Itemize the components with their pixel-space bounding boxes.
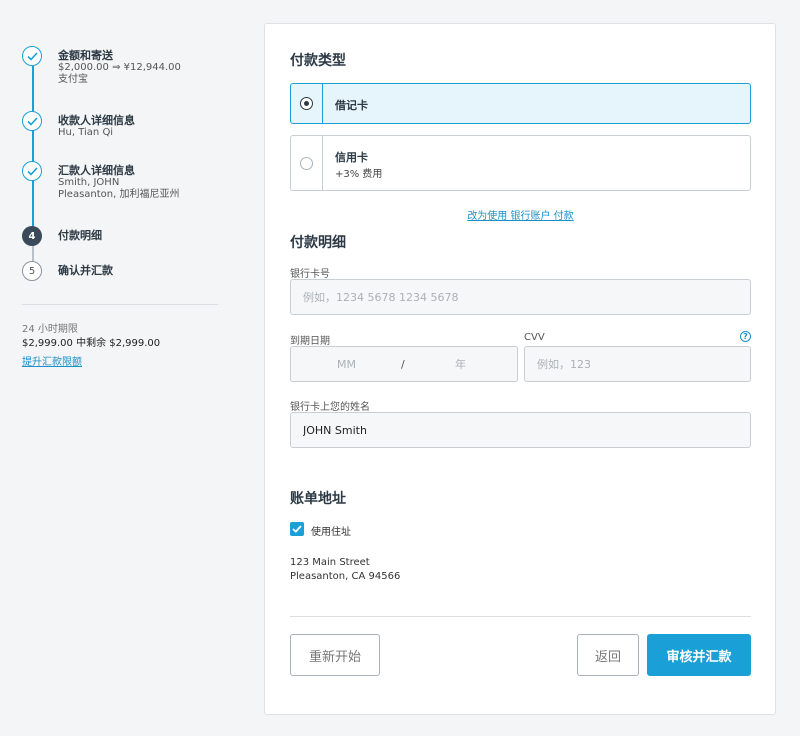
review-and-send-button[interactable]: 审核并汇款 [647,634,751,676]
raise-limit-link[interactable]: 提升汇款限额 [22,356,160,370]
cvv-label: CVV [524,332,545,343]
step-detail: Pleasanton, 加利福尼亚州 [58,189,180,200]
option-label: 信用卡 [335,151,368,164]
card-number-label: 银行卡号 [290,269,330,280]
card-number-input[interactable] [290,279,751,315]
use-bank-account-link[interactable]: 改为使用 银行账户 付款 [467,211,573,222]
check-icon [22,161,42,181]
step-title: 付款明细 [58,229,102,242]
help-icon[interactable]: ? [740,331,751,342]
use-residential-address-label[interactable]: 使用住址 [311,523,351,538]
payment-details-heading: 付款明细 [290,235,346,251]
expiry-separator: / [401,357,405,371]
step-detail: Hu, Tian Qi [58,127,114,138]
step-number-badge: 5 [22,261,42,281]
cardholder-name-input[interactable] [290,412,751,448]
payment-type-heading: 付款类型 [290,53,346,69]
limit-remaining: $2,999.00 中剩余 $2,999.00 [22,338,161,349]
check-icon [22,46,42,66]
expiry-date-input[interactable]: MM / 年 [290,346,518,382]
checkbox-checked-icon[interactable] [290,522,304,536]
expiry-year-placeholder[interactable]: 年 [455,356,466,372]
cardholder-name-label: 银行卡上您的姓名 [290,402,370,413]
radio-selected-icon[interactable] [300,97,313,110]
radio-cell [291,136,323,190]
step-title: 收款人详细信息 [58,114,135,127]
step-detail: Smith, JOHN [58,177,120,188]
billing-address-heading: 账单地址 [290,491,346,507]
option-debit-card[interactable]: 借记卡 [290,83,751,124]
transfer-limit-panel: 24 小时期限 $2,999.00 中剩余 $2,999.00 提升汇款限额 [22,323,160,370]
back-button[interactable]: 返回 [577,634,639,676]
payment-form-card: 付款类型 借记卡 信用卡 +3% 费用 改为使用 银行账户 付款 付款明细 银行… [264,23,776,715]
billing-address-text: 123 Main Street Pleasanton, CA 94566 [290,556,400,584]
option-fee: +3% 费用 [335,169,383,180]
divider [290,616,751,617]
expiry-month-placeholder[interactable]: MM [337,358,356,371]
step-title: 金额和寄送 [58,49,113,62]
step-title: 汇款人详细信息 [58,164,135,177]
address-line: Pleasanton, CA 94566 [290,571,401,582]
option-label: 借记卡 [335,99,368,112]
step-detail: 支付宝 [58,74,88,85]
restart-button[interactable]: 重新开始 [290,634,380,676]
step-detail: $2,000.00 ⇒ ¥12,944.00 [58,62,181,73]
stepper-rail-pending [32,244,34,262]
expiry-label: 到期日期 [290,336,330,347]
radio-unselected-icon[interactable] [300,156,313,170]
step-number-badge: 4 [22,226,42,246]
step-title: 确认并汇款 [58,264,113,277]
address-line: 123 Main Street [290,557,370,568]
divider [22,304,218,305]
limit-period: 24 小时期限 [22,324,78,335]
check-icon [22,111,42,131]
option-credit-card[interactable]: 信用卡 +3% 费用 [290,135,751,191]
radio-cell [291,84,323,123]
cvv-input[interactable] [524,346,751,382]
